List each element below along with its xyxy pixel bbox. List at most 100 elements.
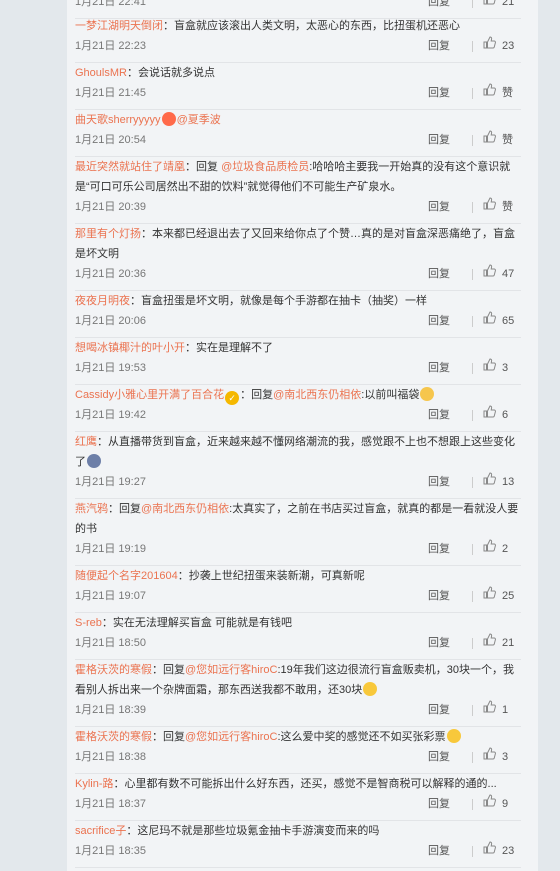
mention-link[interactable]: @南北西东仍相依 (141, 503, 229, 515)
like-button[interactable]: 9 (483, 794, 521, 814)
comment-username[interactable]: sacrifice子 (75, 825, 126, 837)
mention-link[interactable]: @垃圾食品质检员 (221, 161, 309, 173)
comment-meta: 1月21日 20:54 回复 赞 (75, 130, 521, 150)
reply-button[interactable]: 回复 (428, 539, 450, 559)
reply-button[interactable]: 回复 (428, 264, 450, 284)
thumbs-up-icon (483, 700, 496, 720)
comment-prefix: ： (141, 228, 152, 240)
divider (472, 201, 473, 213)
comment-timestamp: 1月21日 20:06 (75, 315, 146, 327)
comment-text: 盲盒就应该滚出人类文明，太恶心的东西，比扭蛋机还恶心 (174, 20, 460, 32)
comment-username[interactable]: 霍格沃茨的寒假 (75, 731, 152, 743)
reply-button[interactable]: 回复 (428, 633, 450, 653)
like-count: 赞 (502, 134, 513, 146)
comment-username[interactable]: 一梦江湖明天倒闭 (75, 20, 163, 32)
comment-username[interactable]: 曲天歌sherryyyyy (75, 114, 161, 126)
like-count: 赞 (502, 87, 513, 99)
mention-link[interactable]: @您如远行客hiroC (185, 664, 277, 676)
reply-button[interactable]: 回复 (428, 358, 450, 378)
comment-meta: 1月21日 19:53 回复 3 (75, 358, 521, 378)
comment-username[interactable]: 霍格沃茨的寒假 (75, 664, 152, 676)
comment-username[interactable]: 想喝冰镇椰汁的叶小开 (75, 342, 185, 354)
reply-button[interactable]: 回复 (428, 700, 450, 720)
comment-username[interactable]: 那里有个灯扬 (75, 228, 141, 240)
comment-timestamp: 1月21日 18:39 (75, 704, 146, 716)
comment-actions: 回复 65 (428, 311, 521, 331)
comment-item: Kylin-路：心里都有数不可能拆出什么好东西，还买，感觉不是智商税可以解释的通… (75, 774, 521, 821)
mention-link[interactable]: @夏季波 (177, 114, 221, 126)
like-count: 23 (502, 40, 515, 52)
comment-meta: 1月21日 18:50 回复 21 (75, 633, 521, 653)
reply-button[interactable]: 回复 (428, 197, 450, 217)
comment-prefix: ： (126, 67, 138, 79)
comment-username[interactable]: S-reb (75, 617, 102, 629)
reply-button[interactable]: 回复 (428, 130, 450, 150)
reply-button[interactable]: 回复 (428, 36, 450, 56)
like-button[interactable]: 47 (483, 264, 521, 284)
comment-text-block: 一梦江湖明天倒闭：盲盒就应该滚出人类文明，太恶心的东西，比扭蛋机还恶心 (75, 16, 521, 36)
comment-text-block: 夜夜月明夜：盲盒扭蛋是坏文明，就像是每个手游都在抽卡（抽奖）一样 (75, 291, 521, 311)
comment-actions: 回复 1 (428, 700, 521, 720)
reply-button[interactable]: 回复 (428, 311, 450, 331)
reply-button[interactable]: 回复 (428, 794, 450, 814)
like-button[interactable]: 21 (483, 633, 521, 653)
comment-username[interactable]: 最近突然就站住了靖凰 (75, 161, 185, 173)
comment-username[interactable]: 燕汽鸦 (75, 503, 108, 515)
comment-text: 盲盒扭蛋是坏文明，就像是每个手游都在抽卡（抽奖）一样 (141, 295, 427, 307)
comment-timestamp: 1月21日 22:41 (75, 0, 146, 8)
like-button[interactable]: 3 (483, 358, 521, 378)
like-button[interactable]: 13 (483, 472, 521, 492)
comment-username[interactable]: 红鹰 (75, 436, 97, 448)
reply-button[interactable]: 回复 (428, 0, 450, 12)
comment-username[interactable]: GhoulsMR (75, 67, 127, 79)
comment-item: GhoulsMR：会说话就多说点 1月21日 21:45 回复 赞 (75, 63, 521, 110)
thumbs-up-icon (483, 747, 496, 767)
like-button[interactable]: 21 (483, 0, 521, 12)
comment-timestamp: 1月21日 19:27 (75, 476, 146, 488)
comment-text: 这尼玛不就是那些垃圾氪金抽卡手游演变而来的吗 (137, 825, 380, 837)
comment-meta: 1月21日 19:19 回复 2 (75, 539, 521, 559)
like-count: 3 (502, 751, 509, 763)
like-button[interactable]: 65 (483, 311, 521, 331)
like-button[interactable]: 6 (483, 405, 521, 425)
comment-meta: 1月21日 19:27 回复 13 (75, 472, 521, 492)
comment-item: 想喝冰镇椰汁的叶小开：实在是理解不了 1月21日 19:53 回复 3 (75, 338, 521, 385)
comment-prefix: ： (97, 436, 108, 448)
like-button[interactable]: 23 (483, 841, 521, 861)
reply-button[interactable]: 回复 (428, 83, 450, 103)
reply-button[interactable]: 回复 (428, 747, 450, 767)
reply-button[interactable]: 回复 (428, 586, 450, 606)
comment-text: 从直播带货到盲盒，近来越来越不懂网络潮流的我，感觉跟不上也不想跟上这些变化了 (75, 436, 515, 468)
comment-username[interactable]: Cassidy小雅心里开满了百合花 (75, 389, 224, 401)
reply-button[interactable]: 回复 (428, 472, 450, 492)
like-button[interactable]: 25 (483, 586, 521, 606)
like-count: 65 (502, 315, 515, 327)
comment-panel: 1月21日 22:41 回复 21 一梦江湖明天倒闭：盲盒就应该滚出人类文明，太恶心的… (67, 0, 538, 871)
comment-username[interactable]: 夜夜月明夜 (75, 295, 130, 307)
comment-actions: 回复 25 (428, 586, 521, 606)
comment-text-block: 那里有个灯扬：本来都已经退出去了又回来给你点了个赞…真的是对盲盒深恶痛绝了，盲盒… (75, 224, 521, 264)
like-button[interactable]: 1 (483, 700, 521, 720)
like-button[interactable]: 赞 (483, 83, 521, 103)
like-button[interactable]: 3 (483, 747, 521, 767)
comment-item: 夜夜月明夜：盲盒扭蛋是坏文明，就像是每个手游都在抽卡（抽奖）一样 1月21日 20… (75, 291, 521, 338)
comment-timestamp: 1月21日 21:45 (75, 87, 146, 99)
like-button[interactable]: 赞 (483, 197, 521, 217)
like-button[interactable]: 23 (483, 36, 521, 56)
mention-link[interactable]: @南北西东仍相依 (273, 389, 361, 401)
like-count: 1 (502, 704, 509, 716)
thumbs-up-icon (483, 311, 496, 331)
reply-button[interactable]: 回复 (428, 841, 450, 861)
thumbs-up-icon (483, 0, 496, 12)
like-button[interactable]: 2 (483, 539, 521, 559)
mention-link[interactable]: @您如远行客hiroC (185, 731, 277, 743)
thumbs-up-icon (483, 841, 496, 861)
comment-username[interactable]: 随便起个名字201604 (75, 570, 178, 582)
comment-meta: 1月21日 21:45 回复 赞 (75, 83, 521, 103)
like-button[interactable]: 赞 (483, 130, 521, 150)
comment-username[interactable]: Kylin-路 (75, 778, 114, 790)
reply-button[interactable]: 回复 (428, 405, 450, 425)
comment-text-block: 霍格沃茨的寒假：回复@您如远行客hiroC:这么爱中奖的感觉还不如买张彩票 (75, 727, 521, 747)
comment-text-block: 燕汽鸦：回复@南北西东仍相依:太真实了，之前在书店买过盲盒，就真的都是一看就没人… (75, 499, 521, 539)
comment-actions: 回复 赞 (428, 83, 521, 103)
